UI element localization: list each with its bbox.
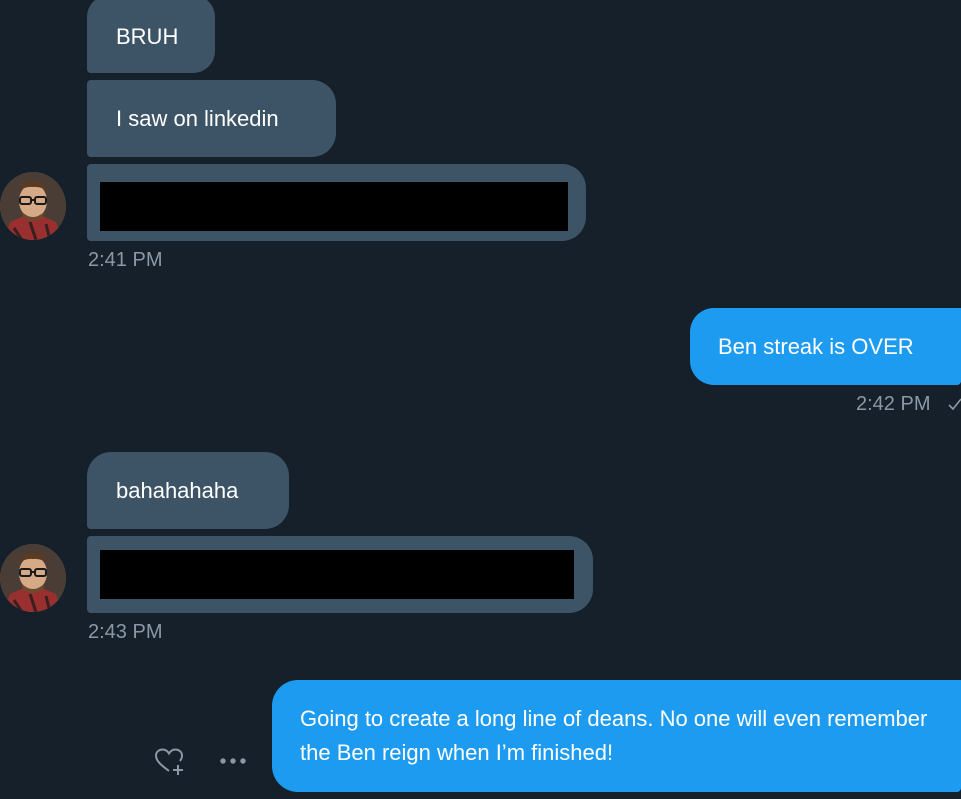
message-timestamp: 2:43 PM bbox=[88, 621, 163, 643]
avatar[interactable] bbox=[0, 544, 66, 612]
message-text: Ben streak is OVER bbox=[718, 334, 914, 359]
heart-plus-icon[interactable] bbox=[150, 742, 188, 780]
message-bubble-outgoing[interactable]: Going to create a long line of deans. No… bbox=[272, 680, 961, 792]
message-timestamp: 2:41 PM bbox=[88, 249, 163, 271]
timestamp-text: 2:42 PM bbox=[856, 393, 931, 415]
message-bubble-incoming[interactable]: bahahahaha bbox=[87, 452, 289, 529]
message-bubble-outgoing[interactable]: Ben streak is OVER bbox=[690, 308, 961, 385]
more-horizontal-icon[interactable] bbox=[216, 748, 250, 774]
avatar[interactable] bbox=[0, 172, 66, 240]
checkmark-icon bbox=[947, 394, 961, 414]
message-bubble-incoming-redacted[interactable] bbox=[87, 536, 593, 613]
message-text: bahahahaha bbox=[116, 478, 239, 503]
message-thread: BRUH I saw on linkedin 2:41 PM Ben strea… bbox=[0, 0, 961, 799]
message-text: I saw on linkedin bbox=[116, 106, 279, 131]
message-timestamp: 2:42 PM bbox=[856, 392, 961, 416]
avatar-image bbox=[0, 172, 66, 240]
message-text: Going to create a long line of deans. No… bbox=[300, 706, 928, 765]
redaction-block bbox=[100, 550, 574, 599]
message-bubble-incoming[interactable]: I saw on linkedin bbox=[87, 80, 336, 157]
avatar-image bbox=[0, 544, 66, 612]
message-bubble-incoming[interactable]: BRUH bbox=[87, 0, 215, 73]
message-bubble-incoming-redacted[interactable] bbox=[87, 164, 586, 241]
message-text: BRUH bbox=[116, 24, 179, 49]
redaction-block bbox=[100, 182, 568, 231]
